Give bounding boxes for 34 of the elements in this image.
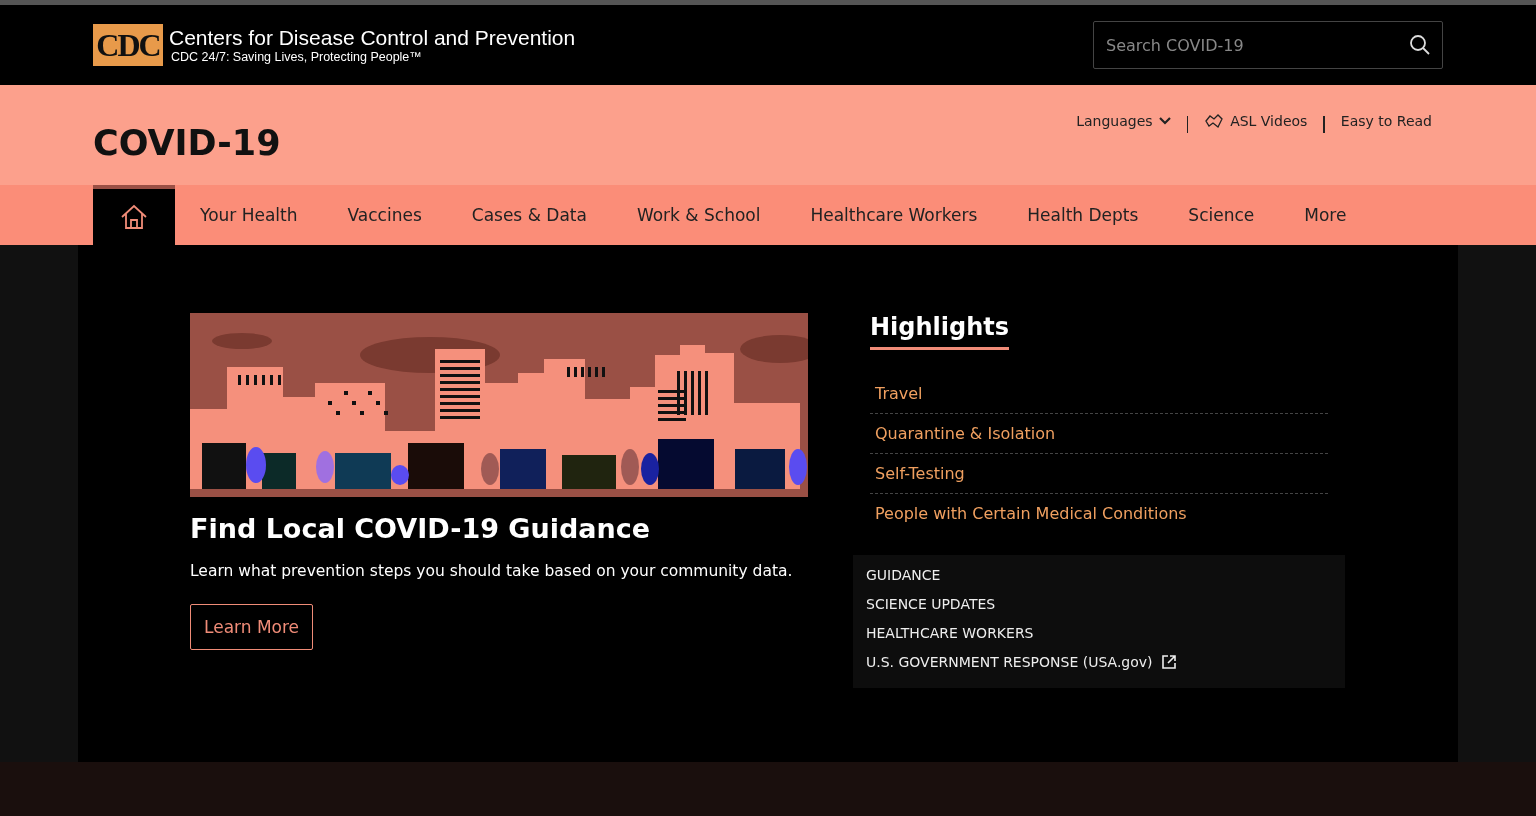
nav-tab[interactable]: Cases & Data [446, 185, 612, 245]
page-title: COVID-19 [93, 123, 281, 165]
highlight-link[interactable]: Travel [870, 374, 1328, 414]
quick-link[interactable]: SCIENCE UPDATES [866, 596, 1332, 612]
nav-tab[interactable]: Healthcare Workers [785, 185, 1003, 245]
external-link-icon [1160, 654, 1177, 670]
search-field[interactable]: Search COVID-19 [1093, 21, 1443, 69]
home-icon [120, 204, 148, 230]
learn-more-button[interactable]: Learn More [190, 604, 314, 650]
feature-description: Learn what prevention steps you should take based on your community data. [190, 562, 794, 580]
banner-link[interactable]: Easy to Read [1340, 113, 1432, 129]
nav-tab[interactable]: Vaccines [322, 185, 447, 245]
search-icon[interactable] [1409, 34, 1431, 56]
highlight-link[interactable]: Quarantine & Isolation [870, 414, 1328, 454]
nav-tab[interactable]: Health Depts [1002, 185, 1164, 245]
highlights-heading: Highlights [870, 313, 1010, 350]
chevron-down-icon [1158, 117, 1171, 125]
banner-link[interactable]: ASL Videos [1204, 113, 1308, 129]
quick-link[interactable]: HEALTHCARE WORKERS [866, 625, 1332, 641]
cdc-logo[interactable]: CDC [93, 24, 163, 66]
organization-name: Centers for Disease Control and Prevention [169, 26, 576, 50]
highlight-link[interactable]: People with Certain Medical Conditions [870, 494, 1328, 533]
nav-tab[interactable]: Science [1163, 185, 1280, 245]
highlight-link[interactable]: Self-Testing [870, 454, 1328, 494]
tagline: CDC 24/7: Saving Lives, Protecting People™ [170, 50, 423, 64]
hands-icon [1204, 113, 1225, 129]
quick-link[interactable]: U.S. GOVERNMENT RESPONSE (USA.gov) [866, 654, 1332, 670]
quick-link[interactable]: GUIDANCE [866, 567, 1332, 583]
banner-link[interactable]: Languages [1076, 113, 1171, 129]
nav-tab[interactable]: Your Health [175, 185, 323, 245]
nav-tab[interactable]: More [1279, 185, 1372, 245]
home-tab[interactable] [93, 185, 175, 245]
nav-tab[interactable]: Work & School [611, 185, 786, 245]
feature-heading: Find Local COVID-19 Guidance [190, 513, 652, 544]
